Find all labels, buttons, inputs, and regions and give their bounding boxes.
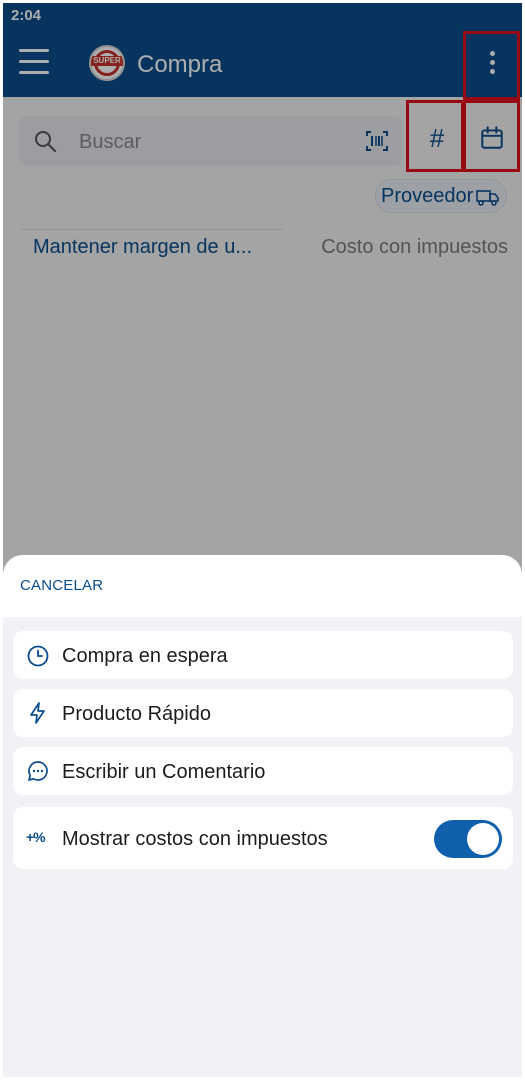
option-producto-rapido[interactable]: Producto Rápido — [13, 689, 513, 737]
comment-icon — [28, 761, 48, 781]
percent-icon: +% — [26, 829, 46, 845]
option-label: Escribir un Comentario — [62, 761, 266, 783]
cancel-button[interactable]: CANCELAR — [20, 577, 103, 594]
option-label: Mostrar costos con impuestos — [62, 828, 328, 850]
sheet-header: CANCELAR — [3, 555, 522, 617]
bottom-sheet: CANCELAR Compra en espera Producto Rápid… — [3, 555, 522, 1077]
option-label: Producto Rápido — [62, 703, 211, 725]
show-tax-costs-toggle[interactable] — [434, 820, 502, 858]
option-escribir-comentario[interactable]: Escribir un Comentario — [13, 747, 513, 795]
option-mostrar-costos: +% Mostrar costos con impuestos — [13, 807, 513, 869]
option-label: Compra en espera — [62, 645, 228, 667]
screen: 2:04 SUPER Compra # — [3, 3, 522, 1077]
toggle-knob — [467, 823, 499, 855]
lightning-icon — [30, 702, 45, 724]
option-compra-en-espera[interactable]: Compra en espera — [13, 631, 513, 679]
clock-icon — [27, 645, 49, 667]
